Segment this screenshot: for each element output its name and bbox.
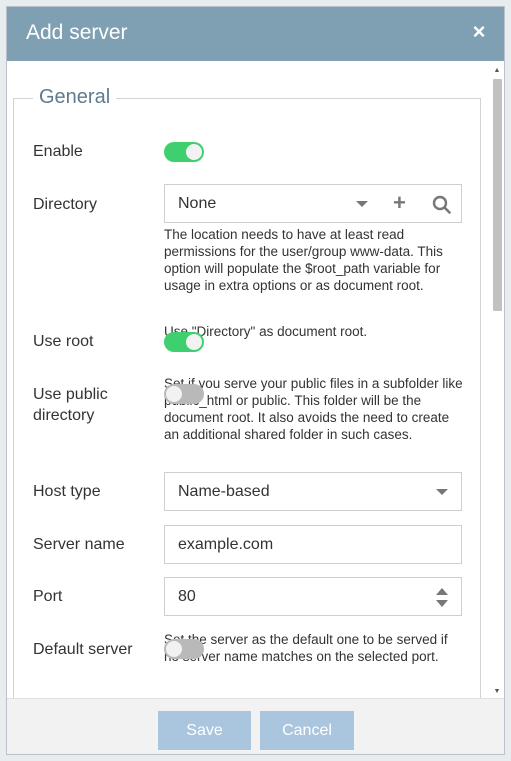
toggle-knob [186, 144, 202, 160]
scrollbar[interactable]: ▲ ▼ [490, 61, 504, 699]
dialog-content: General Enable Directory None + The loca… [7, 61, 490, 699]
port-label: Port [33, 588, 63, 605]
use-public-directory-label: Use public directory [33, 386, 108, 424]
host-type-label: Host type [33, 483, 101, 500]
save-button[interactable]: Save [158, 711, 251, 750]
search-icon[interactable] [432, 195, 451, 214]
enable-label: Enable [33, 143, 83, 160]
toggle-knob [166, 641, 182, 657]
scrollbar-thumb[interactable] [493, 79, 502, 311]
spinner-down-icon[interactable] [436, 600, 448, 607]
default-server-help: Set the server as the default one to be … [164, 632, 448, 664]
scroll-down-arrow[interactable]: ▼ [490, 686, 504, 698]
default-server-label: Default server [33, 641, 133, 658]
caret-down-icon[interactable] [356, 201, 368, 207]
host-type-select[interactable]: Name-based [164, 472, 462, 511]
default-server-toggle[interactable] [164, 639, 204, 659]
use-public-directory-help: Set if you serve your public files in a … [164, 376, 463, 442]
directory-select[interactable]: None + [164, 184, 462, 223]
toggle-knob [186, 334, 202, 350]
server-name-value: example.com [178, 536, 274, 553]
toggle-knob [166, 386, 182, 402]
use-root-help: Use "Directory" as document root. [164, 324, 368, 339]
host-type-value: Name-based [178, 483, 270, 500]
use-root-toggle[interactable] [164, 332, 204, 352]
server-name-label: Server name [33, 536, 125, 553]
port-input[interactable]: 80 [164, 577, 462, 616]
dialog-titlebar: Add server × [7, 7, 504, 61]
plus-icon[interactable]: + [393, 192, 406, 214]
add-server-dialog: Add server × General Enable Directory No… [6, 6, 505, 755]
directory-value: None [178, 195, 217, 212]
close-icon[interactable]: × [468, 21, 490, 43]
use-root-label: Use root [33, 333, 94, 350]
directory-label: Directory [33, 196, 98, 213]
server-name-input[interactable]: example.com [164, 525, 462, 564]
port-value: 80 [178, 588, 196, 605]
dialog-title: Add server [26, 21, 128, 44]
caret-down-icon[interactable] [436, 489, 448, 495]
enable-toggle[interactable] [164, 142, 204, 162]
spinner-up-icon[interactable] [436, 588, 448, 595]
use-public-directory-toggle[interactable] [164, 384, 204, 404]
cancel-button[interactable]: Cancel [260, 711, 354, 750]
directory-help: The location needs to have at least read… [164, 227, 443, 293]
scroll-up-arrow[interactable]: ▲ [490, 65, 504, 77]
general-legend: General [33, 86, 117, 109]
dialog-footer: Save Cancel [7, 698, 504, 754]
